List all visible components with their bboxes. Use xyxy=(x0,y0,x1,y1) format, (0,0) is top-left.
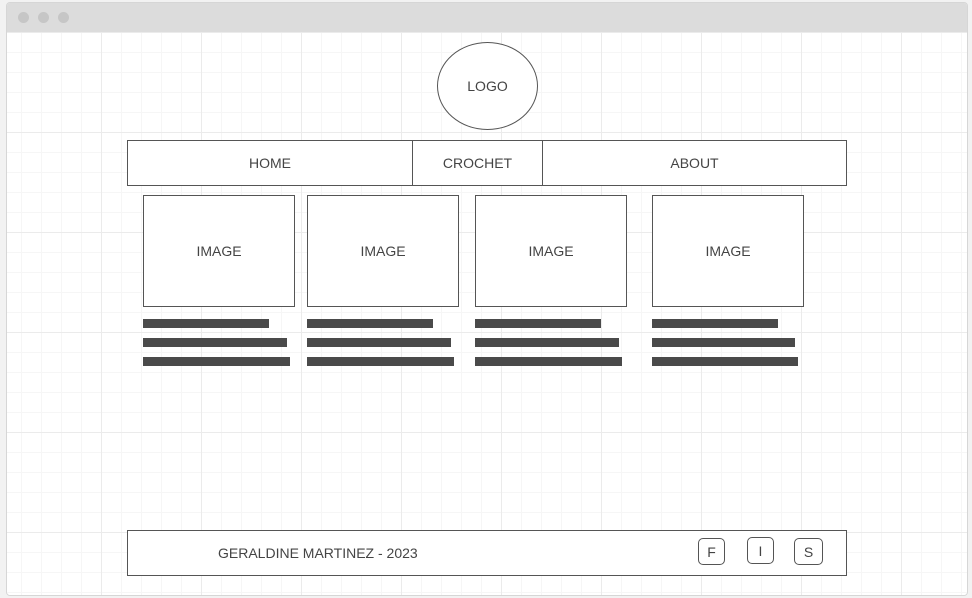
text-line-placeholder xyxy=(307,357,454,366)
image-placeholder-label: IMAGE xyxy=(705,243,751,259)
text-line-placeholder xyxy=(652,338,795,347)
main-nav: HOME CROCHET ABOUT xyxy=(127,140,847,186)
image-placeholder[interactable]: IMAGE xyxy=(143,195,295,307)
page-footer: GERALDINE MARTINEZ - 2023 F I S xyxy=(127,530,847,576)
window-close-dot[interactable] xyxy=(18,12,29,23)
window-titlebar xyxy=(7,3,967,32)
product-card[interactable]: IMAGE xyxy=(475,195,627,366)
nav-item-about[interactable]: ABOUT xyxy=(542,141,846,185)
text-line-placeholder xyxy=(143,338,287,347)
text-line-placeholder xyxy=(652,319,778,328)
nav-item-label: ABOUT xyxy=(670,155,719,171)
nav-item-label: CROCHET xyxy=(442,155,513,171)
window-maximize-dot[interactable] xyxy=(58,12,69,23)
text-line-placeholder xyxy=(307,338,451,347)
nav-item-label: HOME xyxy=(249,155,291,171)
social-icon-label: I xyxy=(758,542,763,559)
product-card[interactable]: IMAGE xyxy=(143,195,295,366)
product-card[interactable]: IMAGE xyxy=(652,195,804,366)
image-placeholder-label: IMAGE xyxy=(528,243,574,259)
image-placeholder[interactable]: IMAGE xyxy=(652,195,804,307)
text-line-placeholder xyxy=(475,338,619,347)
nav-item-home[interactable]: HOME xyxy=(128,141,412,185)
nav-item-crochet[interactable]: CROCHET xyxy=(412,141,542,185)
image-placeholder[interactable]: IMAGE xyxy=(475,195,627,307)
image-placeholder[interactable]: IMAGE xyxy=(307,195,459,307)
social-icon-label: F xyxy=(707,543,716,560)
social-icon-label: S xyxy=(803,543,814,560)
wireframe-canvas: LOGO HOME CROCHET ABOUT IMAGE IMAGE IMAG… xyxy=(7,32,967,595)
product-card[interactable]: IMAGE xyxy=(307,195,459,366)
text-line-placeholder xyxy=(143,319,269,328)
text-line-placeholder xyxy=(475,357,622,366)
browser-window: LOGO HOME CROCHET ABOUT IMAGE IMAGE IMAG… xyxy=(6,2,968,596)
text-line-placeholder xyxy=(307,319,433,328)
image-placeholder-label: IMAGE xyxy=(196,243,242,259)
text-line-placeholder xyxy=(143,357,290,366)
image-placeholder-label: IMAGE xyxy=(360,243,406,259)
share-icon[interactable]: S xyxy=(794,538,823,565)
text-line-placeholder xyxy=(652,357,798,366)
instagram-icon[interactable]: I xyxy=(747,537,774,564)
text-line-placeholder xyxy=(475,319,601,328)
logo-label: LOGO xyxy=(467,78,508,94)
window-minimize-dot[interactable] xyxy=(38,12,49,23)
footer-copyright: GERALDINE MARTINEZ - 2023 xyxy=(218,545,418,561)
logo[interactable]: LOGO xyxy=(437,42,538,130)
facebook-icon[interactable]: F xyxy=(698,538,725,565)
